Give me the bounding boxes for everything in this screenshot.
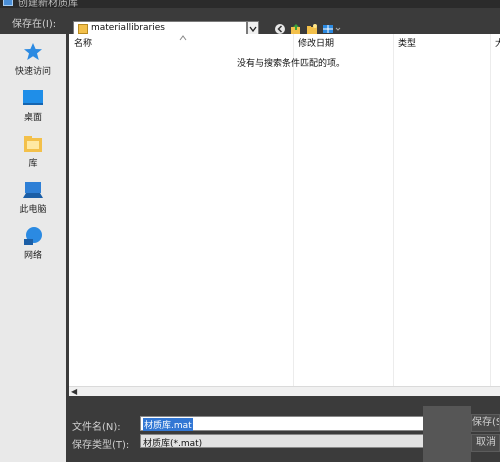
column-divider	[393, 34, 394, 388]
cancel-button[interactable]: 取消	[471, 434, 500, 452]
column-divider	[490, 34, 491, 388]
filename-label: 文件名(N):	[72, 422, 121, 433]
save-in-label: 保存在(I):	[12, 19, 57, 30]
place-this-pc[interactable]: 此电脑	[0, 176, 66, 220]
window-title: 创建新材质库	[18, 0, 78, 8]
place-libraries[interactable]: 库	[0, 130, 66, 174]
desktop-icon	[23, 90, 43, 105]
scroll-left-icon[interactable]: ◀	[71, 387, 77, 396]
place-network[interactable]: 网络	[0, 222, 66, 266]
chevron-down-icon	[249, 26, 257, 33]
column-divider	[293, 34, 294, 388]
column-header-date[interactable]: 修改日期	[298, 36, 334, 49]
places-bar: 快速访问 桌面 库 此电脑 网络	[0, 34, 66, 462]
network-icon	[24, 227, 42, 245]
toolbar: 保存在(I): materiallibraries	[0, 8, 500, 37]
bottom-panel: 文件名(N): 材质库.mat 保存类型(T): 材质库(*.mat) 保存(S…	[66, 396, 500, 462]
library-icon	[24, 136, 42, 152]
computer-icon	[23, 182, 43, 198]
filename-value: 材质库.mat	[143, 418, 193, 431]
star-icon	[24, 43, 42, 60]
app-icon	[3, 0, 13, 6]
location-text: materiallibraries	[91, 23, 165, 33]
horizontal-scrollbar[interactable]: ◀	[69, 386, 500, 396]
place-quick-access[interactable]: 快速访问	[0, 38, 66, 82]
column-header-size[interactable]: 大	[495, 36, 500, 49]
column-header-type[interactable]: 类型	[398, 36, 416, 49]
overlay-panel	[423, 406, 471, 462]
place-label: 网络	[23, 251, 42, 261]
empty-message: 没有与搜索条件匹配的项。	[237, 59, 346, 69]
sort-up-icon	[179, 35, 187, 41]
title-bar: 创建新材质库	[0, 0, 500, 8]
file-list[interactable]: 名称 修改日期 类型 大 没有与搜索条件匹配的项。 ◀	[69, 34, 500, 396]
place-label: 此电脑	[19, 205, 47, 215]
place-desktop[interactable]: 桌面	[0, 84, 66, 128]
place-label: 快速访问	[14, 67, 51, 77]
save-button[interactable]: 保存(S)	[471, 414, 500, 432]
column-header-name[interactable]: 名称	[74, 36, 92, 49]
place-label: 桌面	[23, 113, 42, 123]
filetype-value: 材质库(*.mat)	[143, 439, 203, 449]
folder-icon	[78, 24, 88, 34]
filetype-label: 保存类型(T):	[72, 440, 130, 451]
place-label: 库	[28, 159, 38, 169]
